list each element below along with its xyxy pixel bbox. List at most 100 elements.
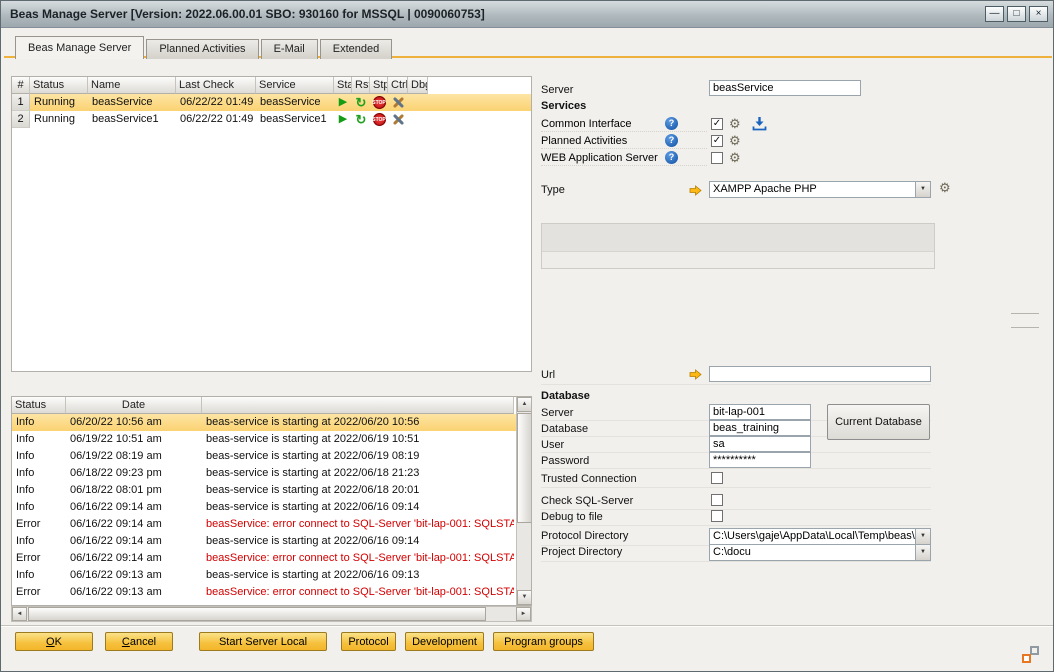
current-database-button[interactable]: Current Database: [827, 404, 930, 440]
log-grid[interactable]: StatusDate Info06/20/22 10:56 ambeas-ser…: [11, 396, 532, 606]
column-header-status[interactable]: Status: [30, 77, 88, 94]
type-settings-gear-icon[interactable]: ⚙: [939, 181, 951, 194]
service-option-label: WEB Application Server: [541, 152, 658, 164]
service-checkbox[interactable]: ✓: [711, 118, 723, 130]
log-row[interactable]: Info06/18/22 08:01 pmbeas-service is sta…: [12, 482, 517, 499]
resize-grip-icon[interactable]: [1022, 646, 1039, 663]
restart-icon[interactable]: ↻: [356, 96, 367, 109]
column-header-num[interactable]: #: [12, 77, 30, 94]
start-icon[interactable]: ▶: [339, 113, 347, 126]
url-input[interactable]: [709, 366, 931, 382]
log-row[interactable]: Info06/16/22 09:14 ambeas-service is sta…: [12, 499, 517, 516]
scroll-thumb-horizontal[interactable]: [28, 607, 486, 621]
splitter-handle[interactable]: [1011, 313, 1039, 314]
close-icon[interactable]: ×: [1029, 6, 1048, 22]
type-combobox[interactable]: XAMPP Apache PHP ▼: [709, 181, 931, 198]
settings-gear-icon[interactable]: ⚙: [729, 134, 741, 147]
settings-panel: Server beasService Services Common Inter…: [541, 76, 953, 624]
help-icon[interactable]: ?: [665, 134, 678, 147]
column-header-last-check[interactable]: Last Check: [176, 77, 256, 94]
cell: beasService: [88, 94, 176, 111]
service-row[interactable]: 2RunningbeasService106/22/22 01:49beasSe…: [12, 111, 531, 128]
scroll-thumb[interactable]: [517, 413, 532, 523]
scroll-down-icon[interactable]: ▼: [517, 590, 532, 605]
check-sql-server-checkbox[interactable]: [711, 494, 723, 506]
button-program-groups[interactable]: Program groups: [493, 632, 594, 651]
column-header-stp[interactable]: Stp: [370, 77, 388, 94]
db-user-input[interactable]: sa: [709, 436, 811, 452]
restart-icon[interactable]: ↻: [356, 113, 367, 126]
trusted-connection-checkbox[interactable]: [711, 472, 723, 484]
scroll-left-icon[interactable]: ◄: [12, 607, 27, 621]
splitter-handle[interactable]: [1011, 327, 1039, 328]
link-arrow-icon[interactable]: [689, 185, 702, 196]
stop-icon[interactable]: STOP: [373, 113, 386, 126]
settings-gear-icon[interactable]: ⚙: [729, 117, 741, 130]
help-icon[interactable]: ?: [665, 117, 678, 130]
db-server-input[interactable]: bit-lap-001: [709, 404, 811, 420]
button-development[interactable]: Development: [405, 632, 484, 651]
log-date: 06/18/22 08:01 pm: [66, 482, 202, 499]
settings-gear-icon[interactable]: ⚙: [729, 151, 741, 164]
tab-extended[interactable]: Extended: [320, 39, 392, 59]
log-row[interactable]: Error06/16/22 09:14 ambeasService: error…: [12, 550, 517, 567]
tab-beas-manage-server[interactable]: Beas Manage Server: [15, 36, 144, 59]
column-header-service[interactable]: Service: [256, 77, 334, 94]
debug-to-file-checkbox[interactable]: [711, 510, 723, 522]
tab-planned-activities[interactable]: Planned Activities: [146, 39, 258, 59]
minimize-icon[interactable]: —: [985, 6, 1004, 22]
url-link-arrow-icon[interactable]: [689, 369, 702, 380]
log-date: 06/19/22 10:51 am: [66, 431, 202, 448]
log-status: Info: [12, 465, 66, 482]
column-header-ctrl[interactable]: Ctrl: [388, 77, 408, 94]
log-row[interactable]: Error06/16/22 09:14 ambeasService: error…: [12, 516, 517, 533]
stop-icon[interactable]: STOP: [373, 96, 386, 109]
server-name-input[interactable]: beasService: [709, 80, 861, 96]
button-ok[interactable]: OK: [15, 632, 93, 651]
column-header-message[interactable]: [202, 397, 514, 414]
log-row[interactable]: Error06/16/22 09:13 ambeasService: error…: [12, 584, 517, 601]
log-date: 06/19/22 08:19 am: [66, 448, 202, 465]
service-checkbox[interactable]: ✓: [711, 135, 723, 147]
button-cancel[interactable]: Cancel: [105, 632, 173, 651]
help-icon[interactable]: ?: [665, 151, 678, 164]
column-header-date[interactable]: Date: [66, 397, 202, 414]
log-row[interactable]: Info06/16/22 09:13 ambeas-service is sta…: [12, 567, 517, 584]
icon-cell: [388, 94, 408, 111]
control-icon[interactable]: [392, 113, 405, 126]
control-icon[interactable]: [392, 96, 405, 109]
start-icon[interactable]: ▶: [339, 96, 347, 109]
log-row[interactable]: Info06/18/22 09:23 pmbeas-service is sta…: [12, 465, 517, 482]
button-protocol[interactable]: Protocol: [341, 632, 396, 651]
install-icon[interactable]: [752, 116, 767, 131]
maximize-icon[interactable]: □: [1007, 6, 1026, 22]
title-bar[interactable]: Beas Manage Server [Version: 2022.06.00.…: [1, 1, 1053, 28]
log-horizontal-scrollbar[interactable]: ◄ ►: [11, 606, 532, 622]
log-row[interactable]: Info06/20/22 10:56 ambeas-service is sta…: [12, 414, 517, 431]
column-header-sta[interactable]: Sta: [334, 77, 352, 94]
chevron-down-icon[interactable]: ▼: [915, 545, 930, 560]
tab-e-mail[interactable]: E-Mail: [261, 39, 318, 59]
column-header-name[interactable]: Name: [88, 77, 176, 94]
chevron-down-icon[interactable]: ▼: [915, 529, 930, 544]
log-row[interactable]: Info06/19/22 10:51 ambeas-service is sta…: [12, 431, 517, 448]
scroll-up-icon[interactable]: ▲: [517, 397, 532, 412]
column-header-dbg[interactable]: Dbg: [408, 77, 428, 94]
log-status: Error: [12, 516, 66, 533]
log-row[interactable]: Info06/16/22 09:14 ambeas-service is sta…: [12, 533, 517, 550]
log-vertical-scrollbar[interactable]: ▲ ▼: [516, 397, 531, 605]
column-header-status[interactable]: Status: [12, 397, 66, 414]
column-header-rst[interactable]: Rst: [352, 77, 370, 94]
button-start-server-local[interactable]: Start Server Local: [199, 632, 327, 651]
project-directory-combobox[interactable]: C:\docu▼: [709, 544, 931, 561]
scroll-right-icon[interactable]: ►: [516, 607, 531, 621]
services-grid[interactable]: #StatusNameLast CheckServiceStaRstStpCtr…: [11, 76, 532, 372]
chevron-down-icon[interactable]: ▼: [915, 182, 930, 197]
db-database-input[interactable]: beas_training: [709, 420, 811, 436]
service-row[interactable]: 1RunningbeasService06/22/22 01:49beasSer…: [12, 94, 531, 111]
log-row[interactable]: Info06/19/22 08:19 ambeas-service is sta…: [12, 448, 517, 465]
services-table-body: 1RunningbeasService06/22/22 01:49beasSer…: [12, 94, 531, 128]
protocol-directory-combobox[interactable]: C:\Users\gaje\AppData\Local\Temp\beas\▼: [709, 528, 931, 545]
db-password-input[interactable]: **********: [709, 452, 811, 468]
service-checkbox[interactable]: [711, 152, 723, 164]
